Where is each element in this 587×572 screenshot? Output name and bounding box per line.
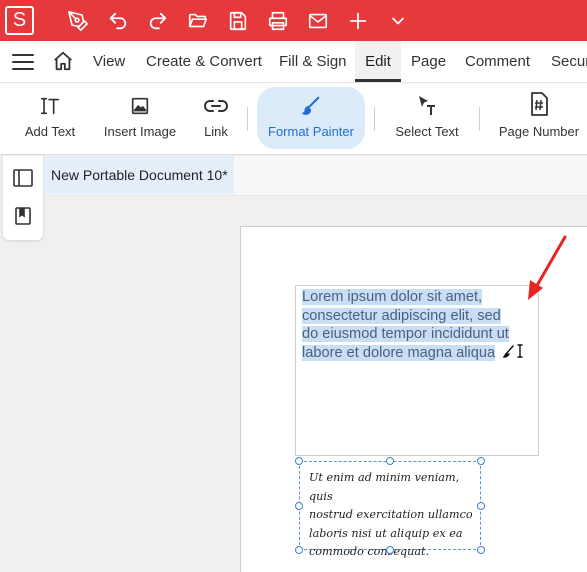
- text-line: nostrud exercitation ullamco: [309, 508, 473, 521]
- side-panel-rail: [3, 156, 43, 240]
- image-icon: [129, 87, 151, 117]
- link-button[interactable]: Link: [196, 87, 236, 149]
- tab-edit[interactable]: Edit: [355, 41, 401, 82]
- tab-page[interactable]: Page: [411, 41, 446, 82]
- format-painter-label: Format Painter: [268, 124, 354, 139]
- ribbon-separator: [374, 107, 375, 131]
- format-painter-button[interactable]: Format Painter: [257, 87, 365, 149]
- resize-handle[interactable]: [386, 546, 394, 554]
- edit-ribbon: Add Text Insert Image Link Format Painte…: [0, 83, 587, 155]
- format-painter-cursor-icon: [502, 342, 525, 360]
- chevron-down-icon[interactable]: [384, 7, 412, 35]
- pen-icon[interactable]: [64, 7, 92, 35]
- app-logo: S: [5, 6, 34, 35]
- mail-icon[interactable]: [304, 7, 332, 35]
- select-text-icon: [415, 87, 439, 117]
- ribbon-separator: [247, 107, 248, 131]
- home-icon[interactable]: [52, 50, 76, 74]
- select-text-button[interactable]: Select Text: [390, 87, 464, 149]
- text-line: do eiusmod tempor incididunt ut: [302, 326, 509, 342]
- tab-fill-sign[interactable]: Fill & Sign: [279, 41, 347, 82]
- ribbon-separator: [479, 107, 480, 131]
- select-text-label: Select Text: [395, 124, 459, 139]
- bookmark-panel-icon[interactable]: [11, 204, 35, 228]
- tab-security[interactable]: Secur: [551, 41, 587, 82]
- text-block-2[interactable]: Ut enim ad minim veniam, quis nostrud ex…: [309, 469, 479, 562]
- tab-create-convert[interactable]: Create & Convert: [146, 41, 262, 82]
- print-icon[interactable]: [264, 7, 292, 35]
- resize-handle[interactable]: [477, 457, 485, 465]
- save-icon[interactable]: [224, 7, 252, 35]
- menu-bar: View Create & Convert Fill & Sign Edit P…: [0, 41, 587, 83]
- text-line: Ut enim ad minim veniam, quis: [309, 471, 460, 503]
- resize-handle[interactable]: [295, 457, 303, 465]
- paintbrush-icon: [300, 87, 322, 117]
- text-line: commodo consequat.: [309, 545, 430, 558]
- add-text-label: Add Text: [24, 124, 76, 139]
- page-number-icon: [528, 87, 550, 117]
- text-line: laboris nisi ut aliquip ex ea: [309, 526, 463, 540]
- redo-icon[interactable]: [144, 7, 172, 35]
- page-number-label: Page Number: [498, 124, 580, 139]
- add-text-icon: [39, 87, 61, 117]
- hamburger-icon[interactable]: [11, 51, 35, 73]
- resize-handle[interactable]: [386, 457, 394, 465]
- text-line: labore et dolore magna aliqua: [302, 344, 496, 361]
- resize-handle[interactable]: [295, 546, 303, 554]
- add-text-button[interactable]: Add Text: [20, 87, 80, 149]
- resize-handle[interactable]: [477, 502, 485, 510]
- page-number-button[interactable]: Page Number: [497, 87, 581, 149]
- insert-image-button[interactable]: Insert Image: [100, 87, 180, 149]
- tab-view[interactable]: View: [93, 41, 125, 82]
- tab-comment[interactable]: Comment: [465, 41, 530, 82]
- link-label: Link: [204, 124, 228, 139]
- text-line: Lorem ipsum dolor sit amet,: [302, 289, 483, 305]
- link-icon: [203, 87, 229, 117]
- resize-handle[interactable]: [295, 502, 303, 510]
- open-folder-icon[interactable]: [184, 7, 212, 35]
- title-bar: S: [0, 0, 587, 41]
- plus-icon[interactable]: [344, 7, 372, 35]
- text-line: consectetur adipiscing elit, sed: [302, 307, 501, 324]
- undo-icon[interactable]: [104, 7, 132, 35]
- sidebar-toggle-icon[interactable]: [11, 166, 35, 190]
- insert-image-label: Insert Image: [103, 124, 177, 139]
- app-window: S View Create & Convert Fill & Sign Edit…: [0, 0, 587, 572]
- annotation-arrow-icon: [524, 234, 568, 302]
- resize-handle[interactable]: [477, 546, 485, 554]
- document-tab[interactable]: New Portable Document 10*: [44, 156, 234, 194]
